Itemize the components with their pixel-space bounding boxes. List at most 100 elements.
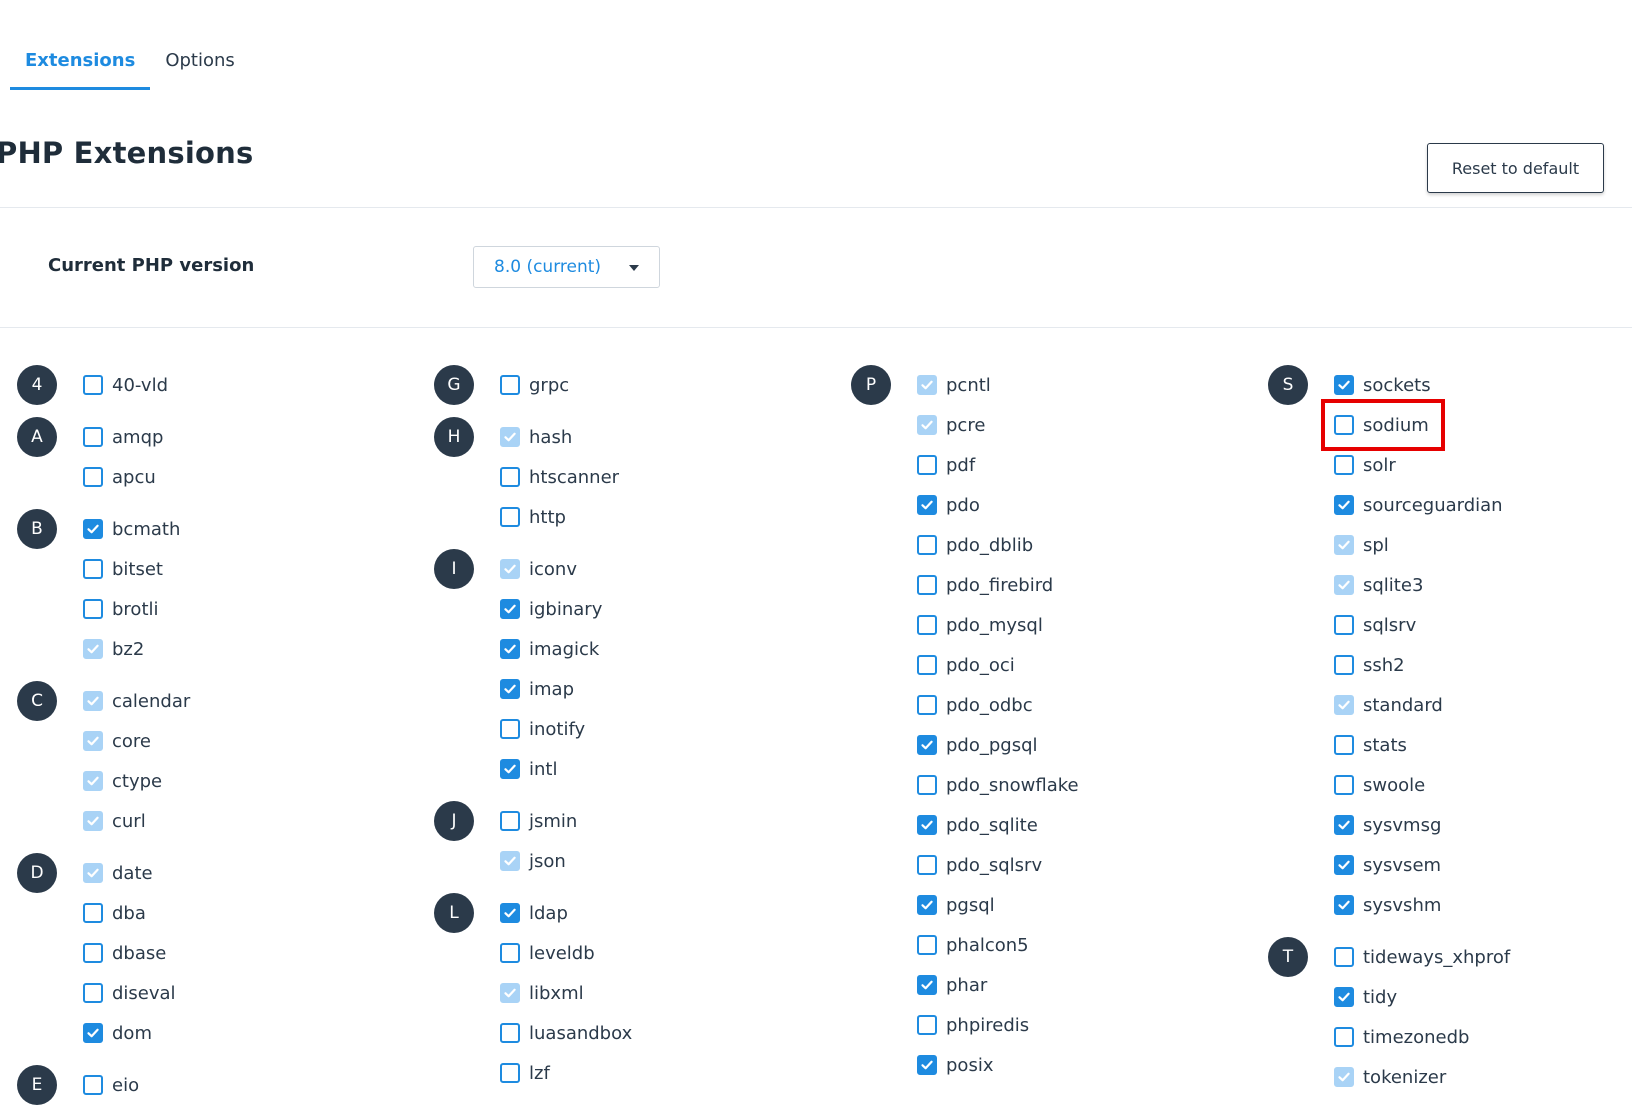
extension-imagick[interactable]: imagick (500, 634, 599, 664)
extension-checkbox[interactable] (1334, 615, 1354, 635)
extension-core[interactable]: core (83, 726, 151, 756)
extension-tideways-xhprof[interactable]: tideways_xhprof (1334, 942, 1510, 972)
extension-checkbox[interactable] (917, 535, 937, 555)
extension-sockets[interactable]: sockets (1334, 370, 1431, 400)
extension-tokenizer[interactable]: tokenizer (1334, 1062, 1446, 1092)
extension-ldap[interactable]: ldap (500, 898, 568, 928)
extension-checkbox[interactable] (1334, 947, 1354, 967)
extension-checkbox[interactable] (917, 1015, 937, 1035)
extension-lzf[interactable]: lzf (500, 1058, 550, 1088)
extension-apcu[interactable]: apcu (83, 462, 156, 492)
extension-checkbox[interactable] (917, 975, 937, 995)
extension-pcntl[interactable]: pcntl (917, 370, 991, 400)
extension-checkbox[interactable] (83, 903, 103, 923)
extension-checkbox[interactable] (1334, 455, 1354, 475)
extension-checkbox[interactable] (917, 1055, 937, 1075)
extension-checkbox[interactable] (917, 935, 937, 955)
extension-checkbox[interactable] (917, 895, 937, 915)
extension-grpc[interactable]: grpc (500, 370, 569, 400)
extension-http[interactable]: http (500, 502, 566, 532)
extension-tidy[interactable]: tidy (1334, 982, 1397, 1012)
extension-solr[interactable]: solr (1334, 450, 1396, 480)
extension-htscanner[interactable]: htscanner (500, 462, 619, 492)
extension-iconv[interactable]: iconv (500, 554, 577, 584)
extension-checkbox[interactable] (83, 519, 103, 539)
extension-standard[interactable]: standard (1334, 690, 1443, 720)
extension-checkbox[interactable] (83, 427, 103, 447)
extension-checkbox[interactable] (1334, 855, 1354, 875)
extension-pdo-odbc[interactable]: pdo_odbc (917, 690, 1033, 720)
extension-dom[interactable]: dom (83, 1018, 152, 1048)
extension-sqlsrv[interactable]: sqlsrv (1334, 610, 1416, 640)
extension-igbinary[interactable]: igbinary (500, 594, 602, 624)
extension-jsmin[interactable]: jsmin (500, 806, 577, 836)
extension-hash[interactable]: hash (500, 422, 572, 452)
extension-pdo-pgsql[interactable]: pdo_pgsql (917, 730, 1038, 760)
extension-checkbox[interactable] (83, 1075, 103, 1095)
extension-phalcon5[interactable]: phalcon5 (917, 930, 1029, 960)
extension-checkbox[interactable] (917, 455, 937, 475)
extension-bitset[interactable]: bitset (83, 554, 163, 584)
extension-checkbox[interactable] (1334, 775, 1354, 795)
extension-sodium[interactable]: sodium (1334, 410, 1429, 440)
extension-swoole[interactable]: swoole (1334, 770, 1425, 800)
extension-pdo-dblib[interactable]: pdo_dblib (917, 530, 1033, 560)
extension-luasandbox[interactable]: luasandbox (500, 1018, 632, 1048)
extension-stats[interactable]: stats (1334, 730, 1407, 760)
extension-checkbox[interactable] (500, 639, 520, 659)
extension-checkbox[interactable] (500, 719, 520, 739)
extension-checkbox[interactable] (500, 811, 520, 831)
extension-sysvshm[interactable]: sysvshm (1334, 890, 1441, 920)
extension-checkbox[interactable] (500, 599, 520, 619)
extension-checkbox[interactable] (500, 679, 520, 699)
extension-pgsql[interactable]: pgsql (917, 890, 995, 920)
extension-40-vld[interactable]: 40-vld (83, 370, 168, 400)
extension-checkbox[interactable] (83, 375, 103, 395)
extension-eio[interactable]: eio (83, 1070, 139, 1100)
extension-inotify[interactable]: inotify (500, 714, 585, 744)
extension-intl[interactable]: intl (500, 754, 557, 784)
extension-checkbox[interactable] (83, 943, 103, 963)
extension-sqlite3[interactable]: sqlite3 (1334, 570, 1423, 600)
extension-posix[interactable]: posix (917, 1050, 993, 1080)
extension-checkbox[interactable] (500, 1063, 520, 1083)
extension-curl[interactable]: curl (83, 806, 146, 836)
extension-pdo-firebird[interactable]: pdo_firebird (917, 570, 1053, 600)
extension-checkbox[interactable] (500, 943, 520, 963)
extension-checkbox[interactable] (83, 599, 103, 619)
extension-pdo-sqlite[interactable]: pdo_sqlite (917, 810, 1038, 840)
extension-checkbox[interactable] (500, 759, 520, 779)
extension-checkbox[interactable] (917, 815, 937, 835)
extension-pdo-oci[interactable]: pdo_oci (917, 650, 1015, 680)
extension-pdf[interactable]: pdf (917, 450, 975, 480)
extension-checkbox[interactable] (500, 903, 520, 923)
extension-checkbox[interactable] (83, 983, 103, 1003)
extension-ctype[interactable]: ctype (83, 766, 162, 796)
extension-checkbox[interactable] (500, 507, 520, 527)
extension-dba[interactable]: dba (83, 898, 146, 928)
extension-calendar[interactable]: calendar (83, 686, 190, 716)
extension-checkbox[interactable] (917, 775, 937, 795)
extension-phar[interactable]: phar (917, 970, 987, 1000)
extension-pdo-sqlsrv[interactable]: pdo_sqlsrv (917, 850, 1042, 880)
extension-checkbox[interactable] (1334, 987, 1354, 1007)
extension-phpiredis[interactable]: phpiredis (917, 1010, 1029, 1040)
extension-checkbox[interactable] (917, 575, 937, 595)
extension-date[interactable]: date (83, 858, 153, 888)
extension-timezonedb[interactable]: timezonedb (1334, 1022, 1469, 1052)
extension-pdo[interactable]: pdo (917, 490, 980, 520)
extension-brotli[interactable]: brotli (83, 594, 159, 624)
extension-checkbox[interactable] (1334, 375, 1354, 395)
extension-checkbox[interactable] (83, 559, 103, 579)
extension-imap[interactable]: imap (500, 674, 574, 704)
extension-ssh2[interactable]: ssh2 (1334, 650, 1405, 680)
extension-amqp[interactable]: amqp (83, 422, 163, 452)
extension-checkbox[interactable] (1334, 655, 1354, 675)
extension-checkbox[interactable] (917, 615, 937, 635)
extension-checkbox[interactable] (917, 655, 937, 675)
extension-checkbox[interactable] (1334, 815, 1354, 835)
extension-bz2[interactable]: bz2 (83, 634, 144, 664)
extension-checkbox[interactable] (1334, 895, 1354, 915)
extension-pcre[interactable]: pcre (917, 410, 985, 440)
extension-checkbox[interactable] (83, 1023, 103, 1043)
